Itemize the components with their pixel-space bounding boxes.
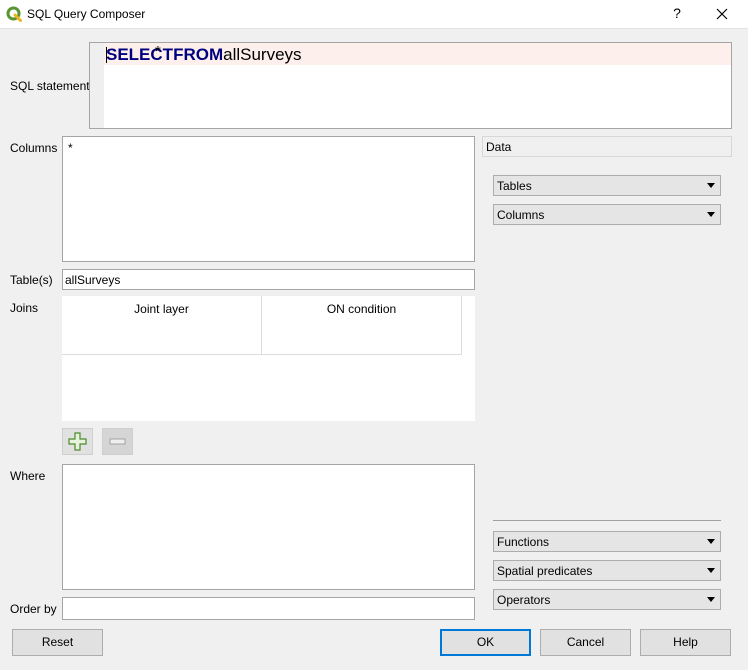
sql-keyword-select: SELECT (106, 45, 174, 64)
operators-combo[interactable]: Operators (493, 589, 721, 610)
joins-column-on-condition[interactable]: ON condition (262, 296, 462, 355)
combo-label: Spatial predicates (497, 564, 593, 578)
chevron-down-icon (707, 597, 715, 602)
combo-label: Columns (497, 208, 545, 222)
spatial-predicates-combo[interactable]: Spatial predicates (493, 560, 721, 581)
combo-label: Tables (497, 179, 532, 193)
cancel-button[interactable]: Cancel (540, 629, 631, 656)
joins-column-joint-layer[interactable]: Joint layer (62, 296, 262, 355)
window-title: SQL Query Composer (27, 7, 146, 21)
joins-table[interactable]: Joint layer ON condition (62, 296, 475, 421)
columns-combo[interactable]: Columns (493, 204, 721, 225)
where-label: Where (10, 469, 46, 483)
data-panel-separator (493, 520, 721, 521)
sql-editor-gutter (90, 43, 104, 128)
tables-input[interactable]: allSurveys (62, 269, 475, 290)
chevron-down-icon (707, 539, 715, 544)
joins-header-label: ON condition (326, 302, 397, 316)
data-panel-header[interactable]: Data (482, 136, 732, 157)
columns-textbox[interactable]: * (62, 136, 475, 262)
ok-button[interactable]: OK (440, 629, 531, 656)
sql-table-name: allSurveys (223, 45, 302, 64)
sql-keyword-from: FROM (173, 45, 224, 64)
tables-combo[interactable]: Tables (493, 175, 721, 196)
data-panel-title: Data (486, 140, 512, 154)
reset-button[interactable]: Reset (12, 629, 103, 656)
functions-combo[interactable]: Functions (493, 531, 721, 552)
sql-statement-label: SQL statement (10, 79, 90, 93)
sql-text: SELECTFROMallSurveys * (106, 43, 302, 65)
plus-icon (68, 432, 87, 451)
sql-editor[interactable]: SELECTFROMallSurveys * (89, 42, 732, 129)
joins-header-label: Joint layer (134, 302, 189, 316)
chevron-down-icon (707, 568, 715, 573)
help-button[interactable]: Help (640, 629, 731, 656)
where-textbox[interactable] (62, 464, 475, 590)
combo-label: Operators (497, 593, 551, 607)
order-by-label: Order by (10, 602, 57, 616)
chevron-down-icon (707, 212, 715, 217)
minus-icon (109, 438, 126, 445)
columns-label: Columns (10, 141, 58, 155)
tables-label: Table(s) (10, 273, 53, 287)
combo-label: Functions (497, 535, 550, 549)
order-by-input[interactable] (62, 597, 475, 620)
qgis-logo-icon (6, 6, 22, 22)
sql-star: * (155, 43, 161, 60)
joins-label: Joins (10, 301, 39, 315)
close-icon[interactable] (712, 5, 732, 23)
title-bar: SQL Query Composer ? (0, 0, 748, 29)
chevron-down-icon (707, 183, 715, 188)
help-title-button[interactable]: ? (668, 5, 686, 21)
columns-value: * (68, 141, 73, 155)
tables-value: allSurveys (65, 273, 121, 287)
add-join-button[interactable] (62, 428, 93, 455)
remove-join-button[interactable] (102, 428, 133, 455)
